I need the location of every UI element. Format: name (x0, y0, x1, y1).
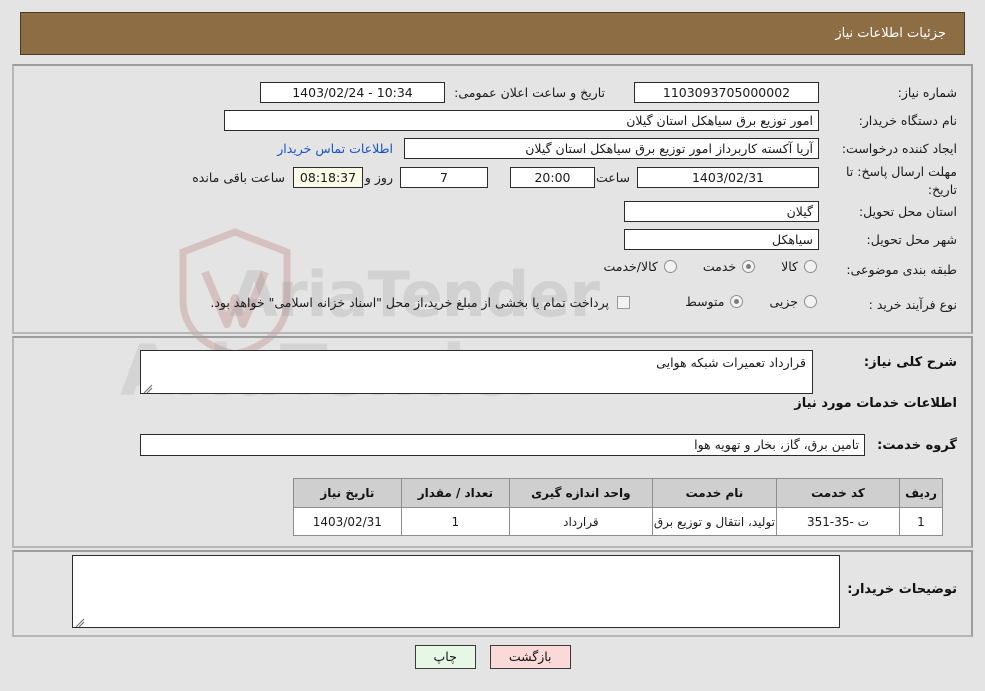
days-left-unit: روز و (364, 170, 393, 185)
process-type-option-label: جزیی (769, 294, 798, 309)
summary-value: قرارداد تعمیرات شبکه هوایی (656, 355, 806, 370)
services-section-heading: اطلاعات خدمات مورد نیاز (794, 396, 957, 411)
col-name: نام خدمت (651, 478, 778, 508)
treasury-bond-note-row: پرداخت تمام یا بخشی از مبلغ خرید،از محل … (210, 295, 630, 310)
cell-code: ت -35-351 (776, 507, 900, 536)
resize-grip-icon[interactable] (143, 382, 153, 393)
buyer-notes-label: توضیحات خریدار: (847, 582, 957, 597)
treasury-bond-checkbox[interactable] (617, 296, 630, 309)
classification-option-kala-khedmat[interactable]: کالا/خدمت (603, 259, 677, 274)
page-title: جزئیات اطلاعات نیاز (835, 26, 946, 41)
cell-name: تولید، انتقال و توزیع برق (651, 507, 778, 536)
treasury-bond-note: پرداخت تمام یا بخشی از مبلغ خرید،از محل … (210, 295, 609, 310)
service-group-label: گروه خدمت: (877, 438, 957, 453)
cell-date: 1403/02/31 (292, 507, 402, 536)
city-label: شهر محل تحویل: (866, 232, 957, 247)
table-row: 1 ت -35-351 تولید، انتقال و توزیع برق قر… (292, 507, 943, 536)
summary-label: شرح کلی نیاز: (863, 355, 957, 370)
radio-icon[interactable] (742, 260, 756, 273)
classification-option-label: کالا/خدمت (603, 259, 658, 274)
deadline-label: مهلت ارسال پاسخ: تا تاریخ: (846, 164, 957, 198)
classification-option-label: خدمت (702, 259, 737, 274)
back-button[interactable]: بازگشت (489, 645, 571, 669)
buyer-notes-textarea[interactable] (72, 555, 840, 628)
cell-qty: 1 (400, 507, 510, 536)
classification-option-khedmat[interactable]: خدمت (702, 259, 756, 274)
footer-button-bar: بازگشت چاپ (0, 645, 985, 669)
radio-icon[interactable] (730, 295, 744, 308)
requester-label: ایجاد کننده درخواست: (841, 141, 957, 156)
process-type-option-motavaset[interactable]: متوسط (685, 294, 744, 309)
col-unit: واحد اندازه گیری (508, 478, 653, 508)
province-label: استان محل تحویل: (858, 204, 957, 219)
cell-unit: قرارداد (508, 507, 653, 536)
col-qty: تعداد / مقدار (400, 478, 510, 508)
process-type-option-label: متوسط (685, 294, 725, 309)
deadline-hour-label: ساعت (595, 170, 630, 185)
radio-icon[interactable] (663, 260, 677, 273)
col-index: ردیف (899, 478, 943, 508)
classification-radio-group: کالا خدمت کالا/خدمت (577, 259, 817, 274)
process-type-label: نوع فرآیند خرید : (868, 297, 957, 312)
service-group-value: تامین برق، گاز، بخار و تهویه هوا (140, 434, 865, 456)
buyer-contact-link[interactable]: اطلاعات تماس خریدار (277, 141, 393, 156)
announce-datetime-label: تاریخ و ساعت اعلان عمومی: (454, 85, 605, 100)
buyer-org-label: نام دستگاه خریدار: (858, 113, 957, 128)
need-number-label: شماره نیاز: (897, 85, 957, 100)
col-code: کد خدمت (776, 478, 900, 508)
summary-textarea[interactable]: قرارداد تعمیرات شبکه هوایی (140, 350, 813, 394)
services-table: ردیف کد خدمت نام خدمت واحد اندازه گیری ت… (292, 478, 943, 536)
process-type-option-jozei[interactable]: جزیی (769, 294, 817, 309)
page-root: AriaTender AriaTender AriaTender جزئیات … (0, 0, 985, 691)
cell-index: 1 (899, 507, 943, 536)
radio-icon[interactable] (804, 295, 817, 308)
resize-grip-icon[interactable] (75, 616, 85, 627)
process-type-radio-group: جزیی متوسط (659, 294, 817, 309)
classification-label: طبقه بندی موضوعی: (846, 262, 957, 277)
time-left-suffix: ساعت باقی مانده (192, 170, 285, 185)
page-title-bar: جزئیات اطلاعات نیاز (20, 12, 965, 55)
print-button[interactable]: چاپ (414, 645, 476, 669)
col-date: تاریخ نیاز (292, 478, 402, 508)
classification-option-kala[interactable]: کالا (781, 259, 817, 274)
table-header-row: ردیف کد خدمت نام خدمت واحد اندازه گیری ت… (292, 478, 943, 508)
classification-option-label: کالا (781, 259, 798, 274)
radio-icon[interactable] (804, 260, 817, 273)
